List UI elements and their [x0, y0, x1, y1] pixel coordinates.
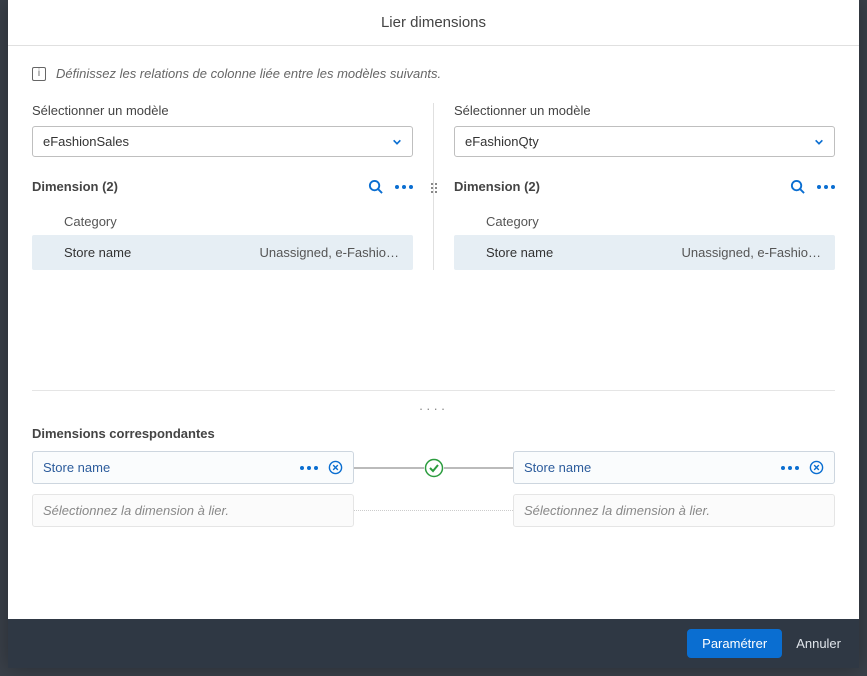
- right-dim-row-store-name[interactable]: Store name Unassigned, e-Fashio…: [454, 235, 835, 270]
- dialog-title: Lier dimensions: [8, 0, 859, 46]
- placeholder-right[interactable]: Sélectionnez la dimension à lier.: [513, 494, 835, 527]
- right-dim-title: Dimension (2): [454, 179, 540, 194]
- match-left-more-button[interactable]: [300, 466, 318, 470]
- search-icon: [368, 179, 383, 194]
- cancel-button[interactable]: Annuler: [796, 636, 841, 651]
- left-more-button[interactable]: [395, 185, 413, 189]
- chevron-down-icon: [392, 137, 402, 147]
- left-panel: Sélectionner un modèle eFashionSales Dim…: [32, 103, 413, 270]
- left-dim-row-store-name[interactable]: Store name Unassigned, e-Fashio…: [32, 235, 413, 270]
- right-dim-meta: Unassigned, e-Fashio…: [682, 245, 821, 260]
- right-category-label: Category: [454, 208, 835, 235]
- placeholder-row: Sélectionnez la dimension à lier. Sélect…: [32, 494, 835, 527]
- right-model-name: eFashionQty: [465, 134, 539, 149]
- left-search-button[interactable]: [368, 179, 383, 194]
- right-dim-header: Dimension (2): [454, 179, 835, 194]
- link-connector: [354, 467, 513, 469]
- left-dim-title: Dimension (2): [32, 179, 118, 194]
- info-text: Définissez les relations de colonne liée…: [56, 66, 441, 81]
- match-row: Store name Store name: [32, 451, 835, 484]
- left-dim-meta: Unassigned, e-Fashio…: [260, 245, 399, 260]
- placeholder-left[interactable]: Sélectionnez la dimension à lier.: [32, 494, 354, 527]
- panel-divider: [433, 103, 434, 270]
- info-icon: i: [32, 67, 46, 81]
- placeholder-connector: [354, 510, 513, 511]
- left-model-name: eFashionSales: [43, 134, 129, 149]
- right-select-label: Sélectionner un modèle: [454, 103, 835, 118]
- right-panel: Sélectionner un modèle eFashionQty Dimen…: [454, 103, 835, 270]
- right-model-select[interactable]: eFashionQty: [454, 126, 835, 157]
- left-dim-name: Store name: [64, 245, 131, 260]
- configure-button[interactable]: Paramétrer: [687, 629, 782, 658]
- match-left-name: Store name: [43, 460, 110, 475]
- left-model-select[interactable]: eFashionSales: [32, 126, 413, 157]
- match-right-box[interactable]: Store name: [513, 451, 835, 484]
- remove-match-right-button[interactable]: [809, 460, 824, 475]
- drag-handle-icon[interactable]: [429, 183, 439, 193]
- link-dimensions-dialog: Lier dimensions i Définissez les relatio…: [8, 0, 859, 668]
- left-dim-header: Dimension (2): [32, 179, 413, 194]
- chevron-down-icon: [814, 137, 824, 147]
- right-more-button[interactable]: [817, 185, 835, 189]
- right-search-button[interactable]: [790, 179, 805, 194]
- left-category-label: Category: [32, 208, 413, 235]
- match-right-name: Store name: [524, 460, 591, 475]
- search-icon: [790, 179, 805, 194]
- left-select-label: Sélectionner un modèle: [32, 103, 413, 118]
- model-panels: Sélectionner un modèle eFashionSales Dim…: [32, 103, 835, 270]
- link-valid-icon: [424, 458, 444, 478]
- dialog-footer: Paramétrer Annuler: [8, 619, 859, 668]
- info-message: i Définissez les relations de colonne li…: [32, 66, 835, 81]
- match-left-box[interactable]: Store name: [32, 451, 354, 484]
- section-separator: ····: [32, 390, 835, 426]
- match-right-more-button[interactable]: [781, 466, 799, 470]
- dialog-body: i Définissez les relations de colonne li…: [8, 46, 859, 619]
- remove-match-left-button[interactable]: [328, 460, 343, 475]
- matching-title: Dimensions correspondantes: [32, 426, 835, 441]
- right-dim-name: Store name: [486, 245, 553, 260]
